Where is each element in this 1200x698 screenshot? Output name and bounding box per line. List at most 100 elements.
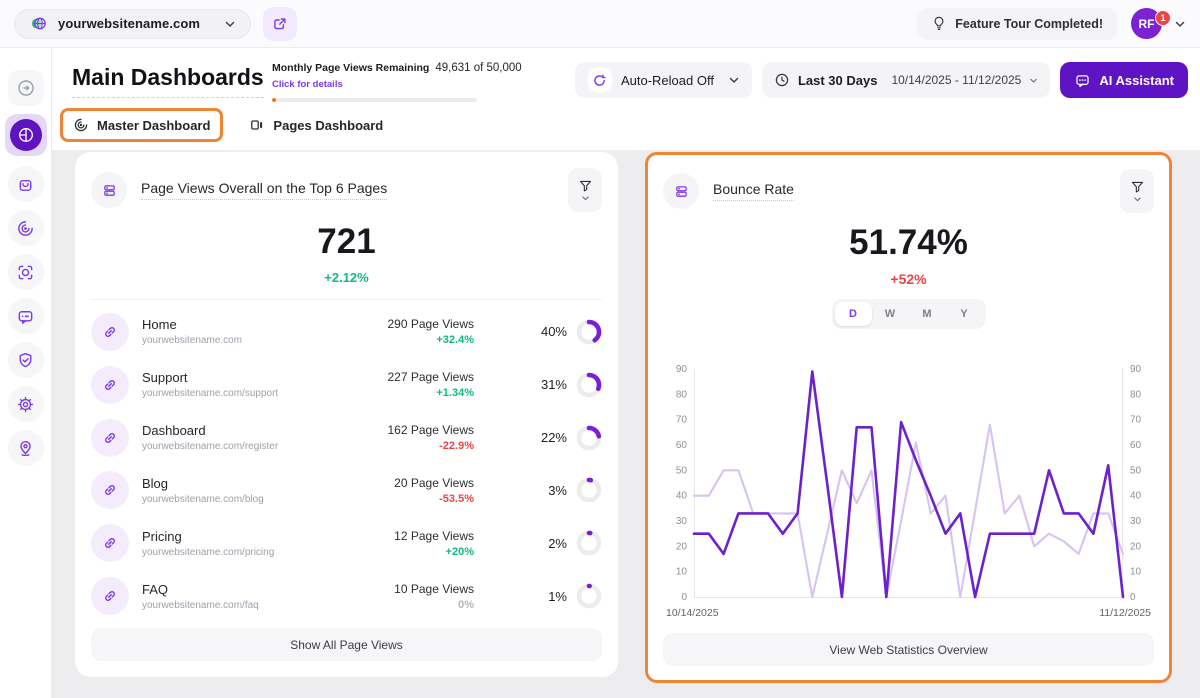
notification-badge: 1 (1155, 10, 1171, 26)
quota-details-link[interactable]: Click for details (272, 79, 343, 90)
card-title: Page Views Overall on the Top 6 Pages (141, 180, 387, 200)
page-title: Main Dashboards (72, 64, 264, 98)
page-views-value: 290 Page Views (387, 317, 474, 331)
sidebar-item-security[interactable] (8, 342, 44, 378)
page-name: Dashboard (142, 423, 387, 438)
chevron-down-icon (1133, 196, 1142, 203)
page-row[interactable]: Home yourwebsitename.com 290 Page Views … (91, 307, 602, 357)
period-option-m[interactable]: M (909, 302, 946, 326)
page-views-change: +20% (394, 546, 474, 558)
auto-reload-dropdown[interactable]: Auto-Reload Off (575, 62, 752, 98)
chat-bubble-icon (16, 307, 35, 326)
page-share-value: 40% (541, 324, 567, 339)
chevron-down-icon (224, 18, 236, 30)
progress-ring (576, 319, 602, 345)
page-views-value: 227 Page Views (387, 370, 474, 384)
period-option-w[interactable]: W (872, 302, 909, 326)
progress-ring (576, 372, 602, 398)
chevron-down-icon (1029, 76, 1038, 85)
sidebar-item-sessions[interactable] (8, 210, 44, 246)
external-link-icon (272, 16, 288, 32)
sidebar-item-recordings[interactable] (8, 254, 44, 290)
avatar-initials: RF (1139, 17, 1155, 31)
sidebar-item-feedback[interactable] (8, 298, 44, 334)
link-icon (91, 419, 129, 457)
period-option-d[interactable]: D (835, 302, 872, 326)
y-tick-label: 70 (1130, 415, 1142, 426)
quota-block: Monthly Page Views Remaining 49,631 of 5… (272, 62, 482, 102)
chevron-down-icon (1174, 18, 1186, 30)
y-tick-label: 60 (676, 440, 688, 451)
user-menu[interactable]: RF 1 (1131, 8, 1186, 39)
page-views-list: Home yourwebsitename.com 290 Page Views … (91, 300, 602, 628)
page-row[interactable]: Blog yourwebsitename.com/blog 20 Page Vi… (91, 465, 602, 515)
page-share-value: 31% (541, 377, 567, 392)
y-tick-label: 0 (1130, 592, 1136, 603)
y-tick-label: 30 (676, 516, 688, 527)
feature-tour-pill[interactable]: Feature Tour Completed! (917, 8, 1117, 40)
avatar[interactable]: RF 1 (1131, 8, 1162, 39)
open-website-button[interactable] (263, 7, 297, 41)
dashboard-tabs: Master Dashboard Pages Dashboard (60, 108, 395, 142)
series-bounce-rate-comparison (694, 425, 1123, 597)
page-views-change: +32.4% (387, 334, 474, 346)
progress-ring (576, 477, 602, 503)
top-bar: yourwebsitename.com F (0, 0, 1200, 48)
page-row[interactable]: Support yourwebsitename.com/support 227 … (91, 360, 602, 410)
y-tick-label: 90 (1130, 364, 1142, 375)
page-views-value: 162 Page Views (387, 423, 474, 437)
page-views-change: -22.9% (387, 440, 474, 452)
filter-button[interactable] (1120, 169, 1154, 213)
page-row[interactable]: Pricing yourwebsitename.com/pricing 12 P… (91, 518, 602, 568)
page-name: Blog (142, 476, 394, 491)
quota-value: 49,631 of 50,000 (435, 62, 521, 74)
quota-label: Monthly Page Views Remaining (272, 62, 429, 74)
period-option-y[interactable]: Y (946, 302, 983, 326)
quota-progress-bar (272, 98, 477, 102)
tab-master-dashboard[interactable]: Master Dashboard (60, 108, 223, 142)
tab-pages-dashboard[interactable]: Pages Dashboard (237, 109, 395, 141)
page-row[interactable]: FAQ yourwebsitename.com/faq 10 Page View… (91, 571, 602, 621)
sidebar-item-dashboards[interactable] (5, 114, 47, 156)
site-selector[interactable]: yourwebsitename.com (14, 9, 251, 39)
server-stack-icon (663, 173, 699, 209)
site-name: yourwebsitename.com (58, 16, 200, 31)
x-end-label: 11/12/2025 (1099, 607, 1151, 619)
sidebar-item-settings[interactable] (8, 386, 44, 422)
page-views-change: 0% (394, 599, 474, 611)
filter-button[interactable] (568, 168, 602, 212)
date-range-picker[interactable]: Last 30 Days 10/14/2025 - 11/12/2025 (762, 62, 1050, 98)
lightbulb-icon (931, 15, 947, 32)
collapse-arrow-icon (16, 78, 36, 98)
shield-check-icon (16, 351, 35, 370)
y-tick-label: 50 (1130, 465, 1142, 476)
view-web-statistics-button[interactable]: View Web Statistics Overview (663, 633, 1154, 666)
tab-master-label: Master Dashboard (97, 118, 210, 133)
y-tick-label: 60 (1130, 440, 1142, 451)
tab-pages-label: Pages Dashboard (273, 118, 383, 133)
sidebar-item-locations[interactable] (8, 430, 44, 466)
gear-icon (16, 395, 35, 414)
page-url: yourwebsitename.com/pricing (142, 547, 394, 558)
y-tick-label: 50 (676, 465, 688, 476)
link-icon (91, 366, 129, 404)
page-views-change: +1.34% (387, 387, 474, 399)
y-tick-label: 10 (1130, 567, 1142, 578)
page-name: Home (142, 317, 387, 332)
link-icon (91, 524, 129, 562)
camera-focus-icon (16, 263, 35, 282)
sidebar-collapse-button[interactable] (8, 70, 44, 106)
ai-assistant-label: AI Assistant (1099, 73, 1174, 88)
page-share-value: 2% (548, 536, 567, 551)
page-row[interactable]: Dashboard yourwebsitename.com/register 1… (91, 413, 602, 463)
show-all-page-views-button[interactable]: Show All Page Views (91, 628, 602, 661)
bounce-rate-change: +52% (663, 271, 1154, 287)
ai-assistant-button[interactable]: AI Assistant (1060, 62, 1188, 98)
clock-icon (774, 72, 790, 88)
page-views-card: Page Views Overall on the Top 6 Pages 72… (75, 152, 618, 677)
total-page-views: 721 (91, 222, 602, 262)
page-share-value: 3% (548, 483, 567, 498)
y-tick-label: 0 (681, 592, 687, 603)
period-toggle: DWMY (832, 299, 986, 329)
sidebar-item-store[interactable] (8, 166, 44, 202)
